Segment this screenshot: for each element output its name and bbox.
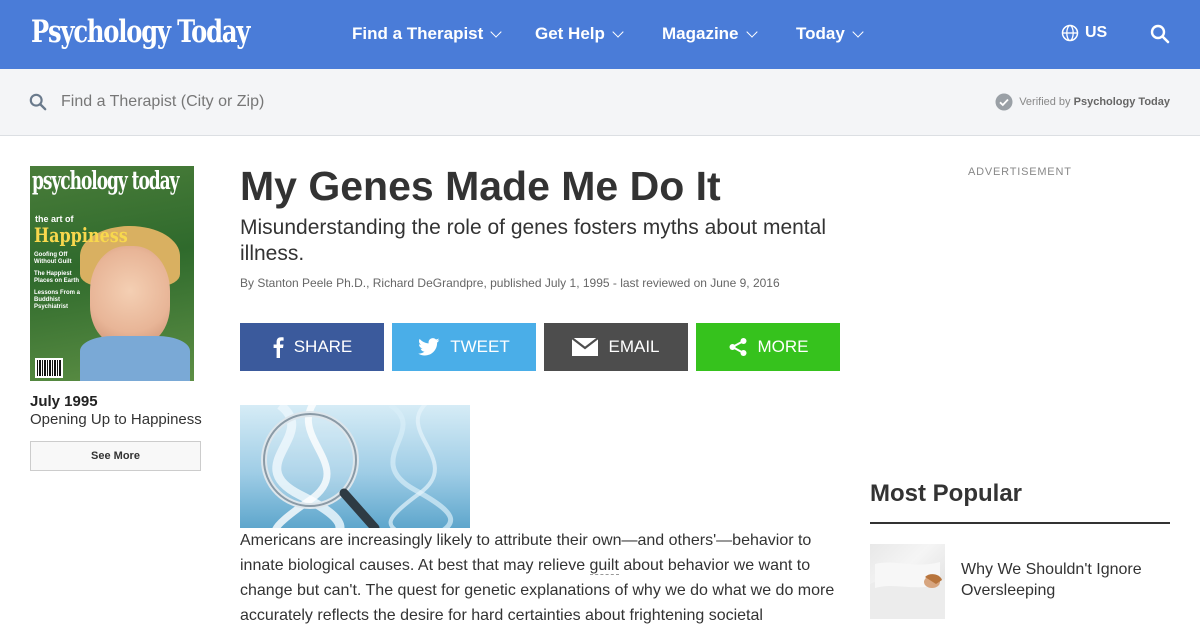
cover-photo-shirt	[80, 336, 190, 381]
advertisement-label: ADVERTISEMENT	[968, 166, 1072, 178]
therapist-search-input[interactable]	[52, 87, 552, 117]
magazine-cover[interactable]: psychology today the art of Happiness Go…	[30, 166, 194, 381]
chevron-down-icon	[612, 25, 624, 38]
nav-magazine[interactable]: Magazine	[662, 24, 758, 44]
checkmark-icon	[995, 93, 1013, 111]
nav-label: Magazine	[662, 24, 739, 43]
article-title: My Genes Made Me Do It	[240, 163, 721, 209]
cover-blurb: Lessons From a Buddhist Psychiatrist	[34, 290, 81, 310]
share-label: EMAIL	[608, 337, 660, 356]
verified-text: Verified by Psychology Today	[1019, 96, 1170, 108]
article-body: Americans are increasingly likely to att…	[240, 528, 845, 628]
globe-icon	[1061, 24, 1079, 42]
twitter-icon	[418, 338, 440, 356]
share-label: TWEET	[450, 337, 510, 356]
region-selector[interactable]: US	[1061, 24, 1107, 42]
verified-brand: Psychology Today	[1073, 96, 1170, 108]
most-popular-heading: Most Popular	[870, 480, 1023, 507]
verified-badge: Verified by Psychology Today	[995, 93, 1170, 111]
share-more-button[interactable]: MORE	[696, 323, 840, 371]
issue-title[interactable]: Opening Up to Happiness	[30, 411, 202, 428]
guilt-link[interactable]: guilt	[589, 557, 619, 575]
cover-blurb: Goofing Off Without Guilt	[34, 252, 72, 265]
issue-date: July 1995	[30, 393, 98, 410]
see-more-button[interactable]: See More	[30, 441, 201, 471]
chevron-down-icon	[852, 25, 864, 38]
cover-masthead: psychology today	[32, 166, 180, 195]
search-icon	[29, 93, 47, 111]
share-twitter-button[interactable]: TWEET	[392, 323, 536, 371]
share-icon	[729, 338, 746, 356]
verified-prefix: Verified by	[1019, 96, 1071, 108]
article-byline: By Stanton Peele Ph.D., Richard DeGrandp…	[240, 276, 780, 290]
top-navigation: Psychology Today Find a Therapist Get He…	[0, 0, 1200, 69]
share-email-button[interactable]: EMAIL	[544, 323, 688, 371]
share-label: MORE	[757, 337, 809, 356]
cover-blurb: The Happiest Places on Earth	[34, 271, 80, 284]
envelope-icon	[572, 338, 599, 356]
chevron-down-icon	[745, 25, 758, 38]
search-button[interactable]	[1150, 24, 1170, 49]
chevron-down-icon	[490, 25, 502, 38]
cover-photo-face	[90, 246, 170, 346]
cover-headline: Happiness	[34, 223, 128, 247]
cover-barcode	[35, 358, 63, 378]
nav-get-help[interactable]: Get Help	[535, 24, 624, 44]
sleeping-person-illustration	[870, 562, 945, 619]
nav-find-therapist[interactable]: Find a Therapist	[352, 24, 502, 44]
nav-label: Get Help	[535, 24, 605, 43]
therapist-search-bar: Verified by Psychology Today	[0, 69, 1200, 136]
article-image-dna	[240, 405, 470, 528]
region-label: US	[1085, 24, 1108, 41]
nav-label: Find a Therapist	[352, 24, 484, 43]
share-facebook-button[interactable]: SHARE	[240, 323, 384, 371]
site-logo[interactable]: Psychology Today	[31, 14, 250, 50]
nav-today[interactable]: Today	[796, 24, 864, 44]
search-icon	[1150, 24, 1170, 44]
divider	[870, 522, 1170, 524]
facebook-icon	[273, 337, 284, 358]
article-subtitle: Misunderstanding the role of genes foste…	[240, 216, 826, 265]
nav-label: Today	[796, 24, 845, 43]
dna-helix-illustration	[261, 405, 454, 528]
popular-article-link[interactable]: Why We Shouldn't Ignore Oversleeping	[961, 559, 1171, 601]
popular-thumbnail[interactable]	[870, 544, 945, 619]
share-label: SHARE	[293, 337, 353, 356]
